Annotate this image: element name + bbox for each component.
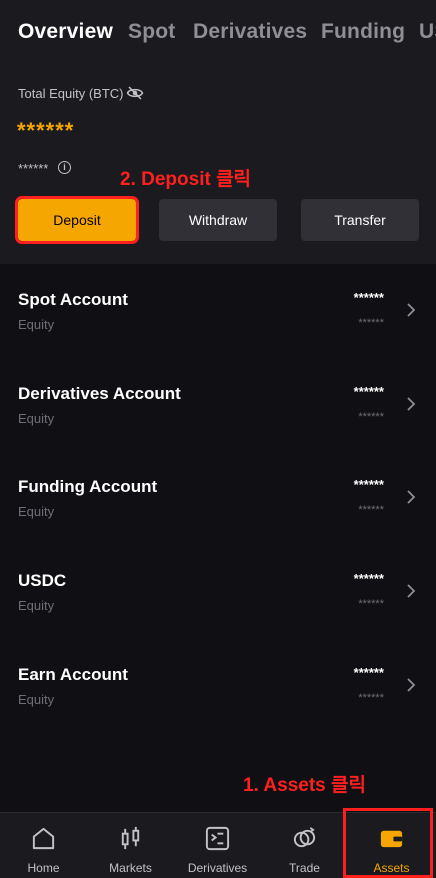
chevron-right-icon [407, 678, 416, 692]
account-name: Derivatives Account [18, 384, 181, 403]
deposit-annotation: 2. Deposit 클릭 [120, 169, 252, 190]
account-sub-label: Equity [18, 504, 55, 519]
deposit-button[interactable]: Deposit [15, 196, 139, 244]
chevron-right-icon [407, 397, 416, 411]
nav-markets[interactable]: Markets [87, 813, 174, 878]
chevron-right-icon [407, 490, 416, 504]
tab-derivatives[interactable]: Derivatives [193, 20, 307, 44]
nav-label: Trade [289, 861, 320, 875]
account-row-usdc[interactable]: USDC Equity ****** ****** [0, 545, 436, 639]
account-value: ****** [353, 290, 384, 305]
account-row-spot[interactable]: Spot Account Equity ****** ****** [0, 264, 436, 358]
account-sub-label: Equity [18, 411, 55, 426]
account-sub-label: Equity [18, 692, 55, 707]
tab-funding[interactable]: Funding [321, 20, 405, 44]
account-secondary-value: ****** [358, 411, 384, 423]
tab-overview[interactable]: Overview [18, 20, 113, 44]
candlestick-icon [121, 826, 140, 850]
account-name: Funding Account [18, 477, 158, 496]
account-name: USDC [18, 571, 67, 590]
derivatives-icon [205, 826, 230, 851]
account-value: ****** [353, 571, 384, 586]
account-value: ****** [353, 384, 384, 399]
total-equity-value: ****** [17, 118, 75, 143]
chevron-right-icon [407, 303, 416, 317]
account-secondary-value: ****** [358, 598, 384, 610]
assets-highlight-box [343, 808, 433, 878]
withdraw-button[interactable]: Withdraw [159, 199, 277, 241]
account-name: Spot Account [18, 290, 128, 309]
nav-label: Derivatives [187, 861, 248, 875]
account-secondary-value: ****** [358, 504, 384, 516]
account-row-derivatives[interactable]: Derivatives Account Equity ****** ****** [0, 358, 436, 452]
total-equity-label: Total Equity (BTC) [18, 86, 124, 101]
eye-hidden-icon[interactable] [126, 84, 144, 102]
nav-label: Home [27, 861, 60, 875]
nav-home[interactable]: Home [0, 813, 87, 878]
account-row-earn[interactable]: Earn Account Equity ****** ****** [0, 639, 436, 733]
nav-derivatives[interactable]: Derivatives [174, 813, 261, 878]
chevron-right-icon [407, 584, 416, 598]
tab-spot[interactable]: Spot [128, 20, 175, 44]
equity-sub-value: ****** [18, 161, 49, 176]
home-icon [32, 827, 55, 850]
account-secondary-value: ****** [358, 692, 384, 704]
top-tab-bar: Overview Spot Derivatives Funding US [0, 0, 436, 66]
account-row-funding[interactable]: Funding Account Equity ****** ****** [0, 451, 436, 545]
trade-icon [293, 827, 316, 848]
account-value: ****** [353, 665, 384, 680]
account-value: ****** [353, 477, 384, 492]
account-sub-label: Equity [18, 317, 55, 332]
tab-us[interactable]: US [419, 20, 436, 44]
nav-trade[interactable]: Trade [261, 813, 348, 878]
transfer-button[interactable]: Transfer [301, 199, 419, 241]
assets-annotation: 1. Assets 클릭 [243, 775, 366, 796]
nav-label: Markets [109, 861, 152, 875]
account-sub-label: Equity [18, 598, 55, 613]
account-secondary-value: ****** [358, 317, 384, 329]
account-name: Earn Account [18, 665, 128, 684]
info-icon[interactable]: i [58, 161, 71, 174]
